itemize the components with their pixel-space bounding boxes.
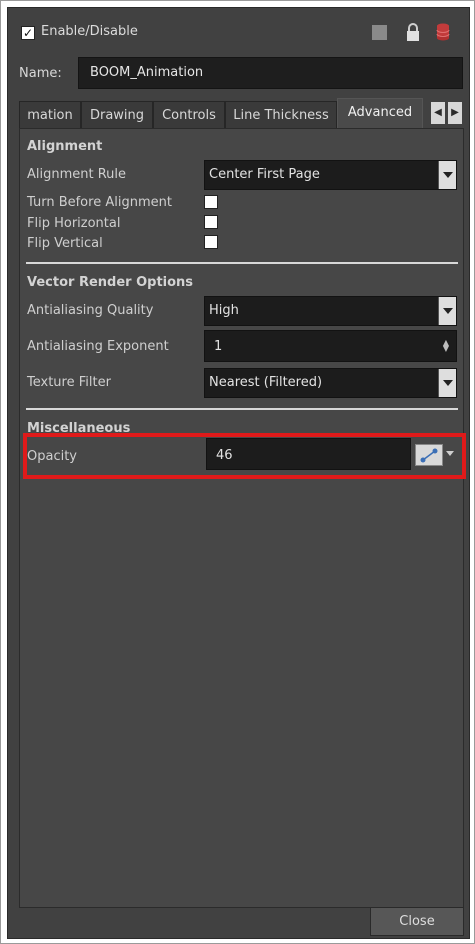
aa-quality-dropdown[interactable]: High (204, 296, 457, 326)
database-icon[interactable] (436, 22, 450, 42)
color-swatch-icon[interactable] (372, 25, 387, 40)
flip-vertical-label: Flip Vertical (27, 236, 103, 251)
aa-exponent-label: Antialiasing Exponent (27, 339, 169, 354)
chevron-down-icon[interactable] (438, 161, 456, 189)
opacity-value: 46 (216, 448, 233, 463)
flip-vertical-checkbox[interactable] (204, 235, 218, 249)
enable-label: Enable/Disable (41, 24, 138, 39)
alignment-rule-value: Center First Page (209, 167, 320, 182)
dialog-frame: ✓ Enable/Disable Name: BOOM_Animation ma… (0, 0, 475, 944)
alignment-section-title: Alignment (27, 139, 103, 154)
vector-render-section-title: Vector Render Options (27, 275, 194, 290)
chevron-down-icon[interactable] (438, 369, 456, 397)
tab-controls[interactable]: Controls (153, 101, 225, 128)
spin-arrows-icon[interactable]: ▲▼ (443, 339, 449, 353)
close-button[interactable]: Close (370, 907, 464, 936)
tab-advanced[interactable]: Advanced (337, 98, 423, 128)
aa-exponent-spinbox[interactable]: 1 ▲ ▼ (204, 330, 457, 362)
tab-line-thickness[interactable]: Line Thickness (225, 101, 337, 128)
section-divider (26, 408, 458, 410)
layer-properties-window: ✓ Enable/Disable Name: BOOM_Animation ma… (7, 7, 470, 939)
turn-before-alignment-label: Turn Before Alignment (27, 195, 172, 210)
aa-quality-value: High (209, 303, 239, 318)
tab-scroll-left-icon[interactable]: ◀ (431, 102, 445, 124)
opacity-spinbox[interactable]: 46 ▲▼ (206, 438, 426, 470)
opacity-label: Opacity (27, 449, 78, 464)
lock-icon[interactable] (406, 22, 420, 42)
turn-before-alignment-checkbox[interactable] (204, 195, 218, 209)
texture-filter-label: Texture Filter (27, 375, 111, 390)
aa-exponent-value: 1 (214, 339, 223, 354)
alignment-rule-label: Alignment Rule (27, 167, 127, 182)
chevron-down-icon[interactable] (438, 297, 456, 325)
flip-horizontal-checkbox[interactable] (204, 215, 218, 229)
name-input[interactable]: BOOM_Animation (78, 57, 463, 89)
texture-filter-value: Nearest (Filtered) (209, 375, 323, 390)
aa-quality-label: Antialiasing Quality (27, 303, 154, 318)
section-divider (26, 262, 458, 264)
tab-animation[interactable]: mation (19, 101, 81, 128)
advanced-panel: Alignment Alignment Rule Center First Pa… (19, 128, 466, 908)
tab-scroll-right-icon[interactable]: ▶ (448, 102, 462, 124)
texture-filter-dropdown[interactable]: Nearest (Filtered) (204, 368, 457, 398)
flip-horizontal-label: Flip Horizontal (27, 216, 121, 231)
alignment-rule-dropdown[interactable]: Center First Page (204, 160, 457, 190)
function-curve-icon[interactable] (415, 444, 443, 466)
name-label: Name: (19, 66, 62, 81)
tab-bar: mation Drawing Controls Line Thickness A… (19, 98, 467, 128)
tab-drawing[interactable]: Drawing (81, 101, 153, 128)
top-bar: ✓ Enable/Disable (8, 8, 469, 58)
enable-checkbox[interactable]: ✓ (21, 26, 35, 40)
chevron-down-icon[interactable] (446, 451, 454, 456)
